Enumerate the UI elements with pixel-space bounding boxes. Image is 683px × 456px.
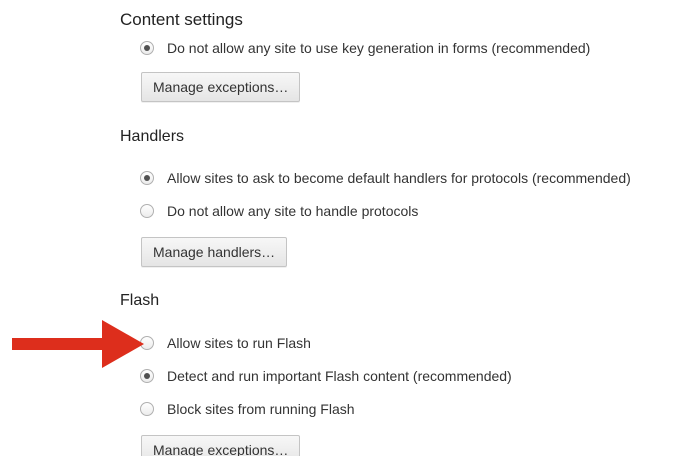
radio-option-no-key-generation[interactable]: Do not allow any site to use key generat… xyxy=(140,36,680,56)
manage-handlers-button[interactable]: Manage handlers… xyxy=(141,237,288,267)
radio-option-label: Allow sites to ask to become default han… xyxy=(167,170,631,186)
radio-option-block-flash[interactable]: Block sites from running Flash xyxy=(140,399,355,419)
radio-button[interactable] xyxy=(140,41,154,55)
section-heading-handlers: Handlers xyxy=(120,128,185,145)
section-heading-flash: Flash xyxy=(120,292,160,309)
radio-button[interactable] xyxy=(140,171,154,185)
page-title: Content settings xyxy=(120,10,243,29)
radio-option-label: Do not allow any site to use key generat… xyxy=(167,40,591,56)
radio-option-allow-handlers[interactable]: Allow sites to ask to become default han… xyxy=(140,168,631,188)
radio-option-allow-flash[interactable]: Allow sites to run Flash xyxy=(140,333,311,353)
radio-option-label: Do not allow any site to handle protocol… xyxy=(167,203,419,219)
radio-option-label: Block sites from running Flash xyxy=(167,401,355,417)
radio-option-detect-flash[interactable]: Detect and run important Flash content (… xyxy=(140,366,512,386)
radio-option-label: Allow sites to run Flash xyxy=(167,335,311,351)
radio-option-block-handlers[interactable]: Do not allow any site to handle protocol… xyxy=(140,201,418,221)
arrow-right-icon xyxy=(12,320,144,368)
radio-option-label: Detect and run important Flash content (… xyxy=(167,368,512,384)
manage-flash-exceptions-wrapper: Manage exceptions… xyxy=(141,435,341,456)
manage-flash-exceptions-button[interactable]: Manage exceptions… xyxy=(141,435,301,456)
radio-button[interactable] xyxy=(140,402,154,416)
radio-button[interactable] xyxy=(140,369,154,383)
manage-key-generation-exceptions-button[interactable]: Manage exceptions… xyxy=(141,72,301,102)
radio-button[interactable] xyxy=(140,204,154,218)
